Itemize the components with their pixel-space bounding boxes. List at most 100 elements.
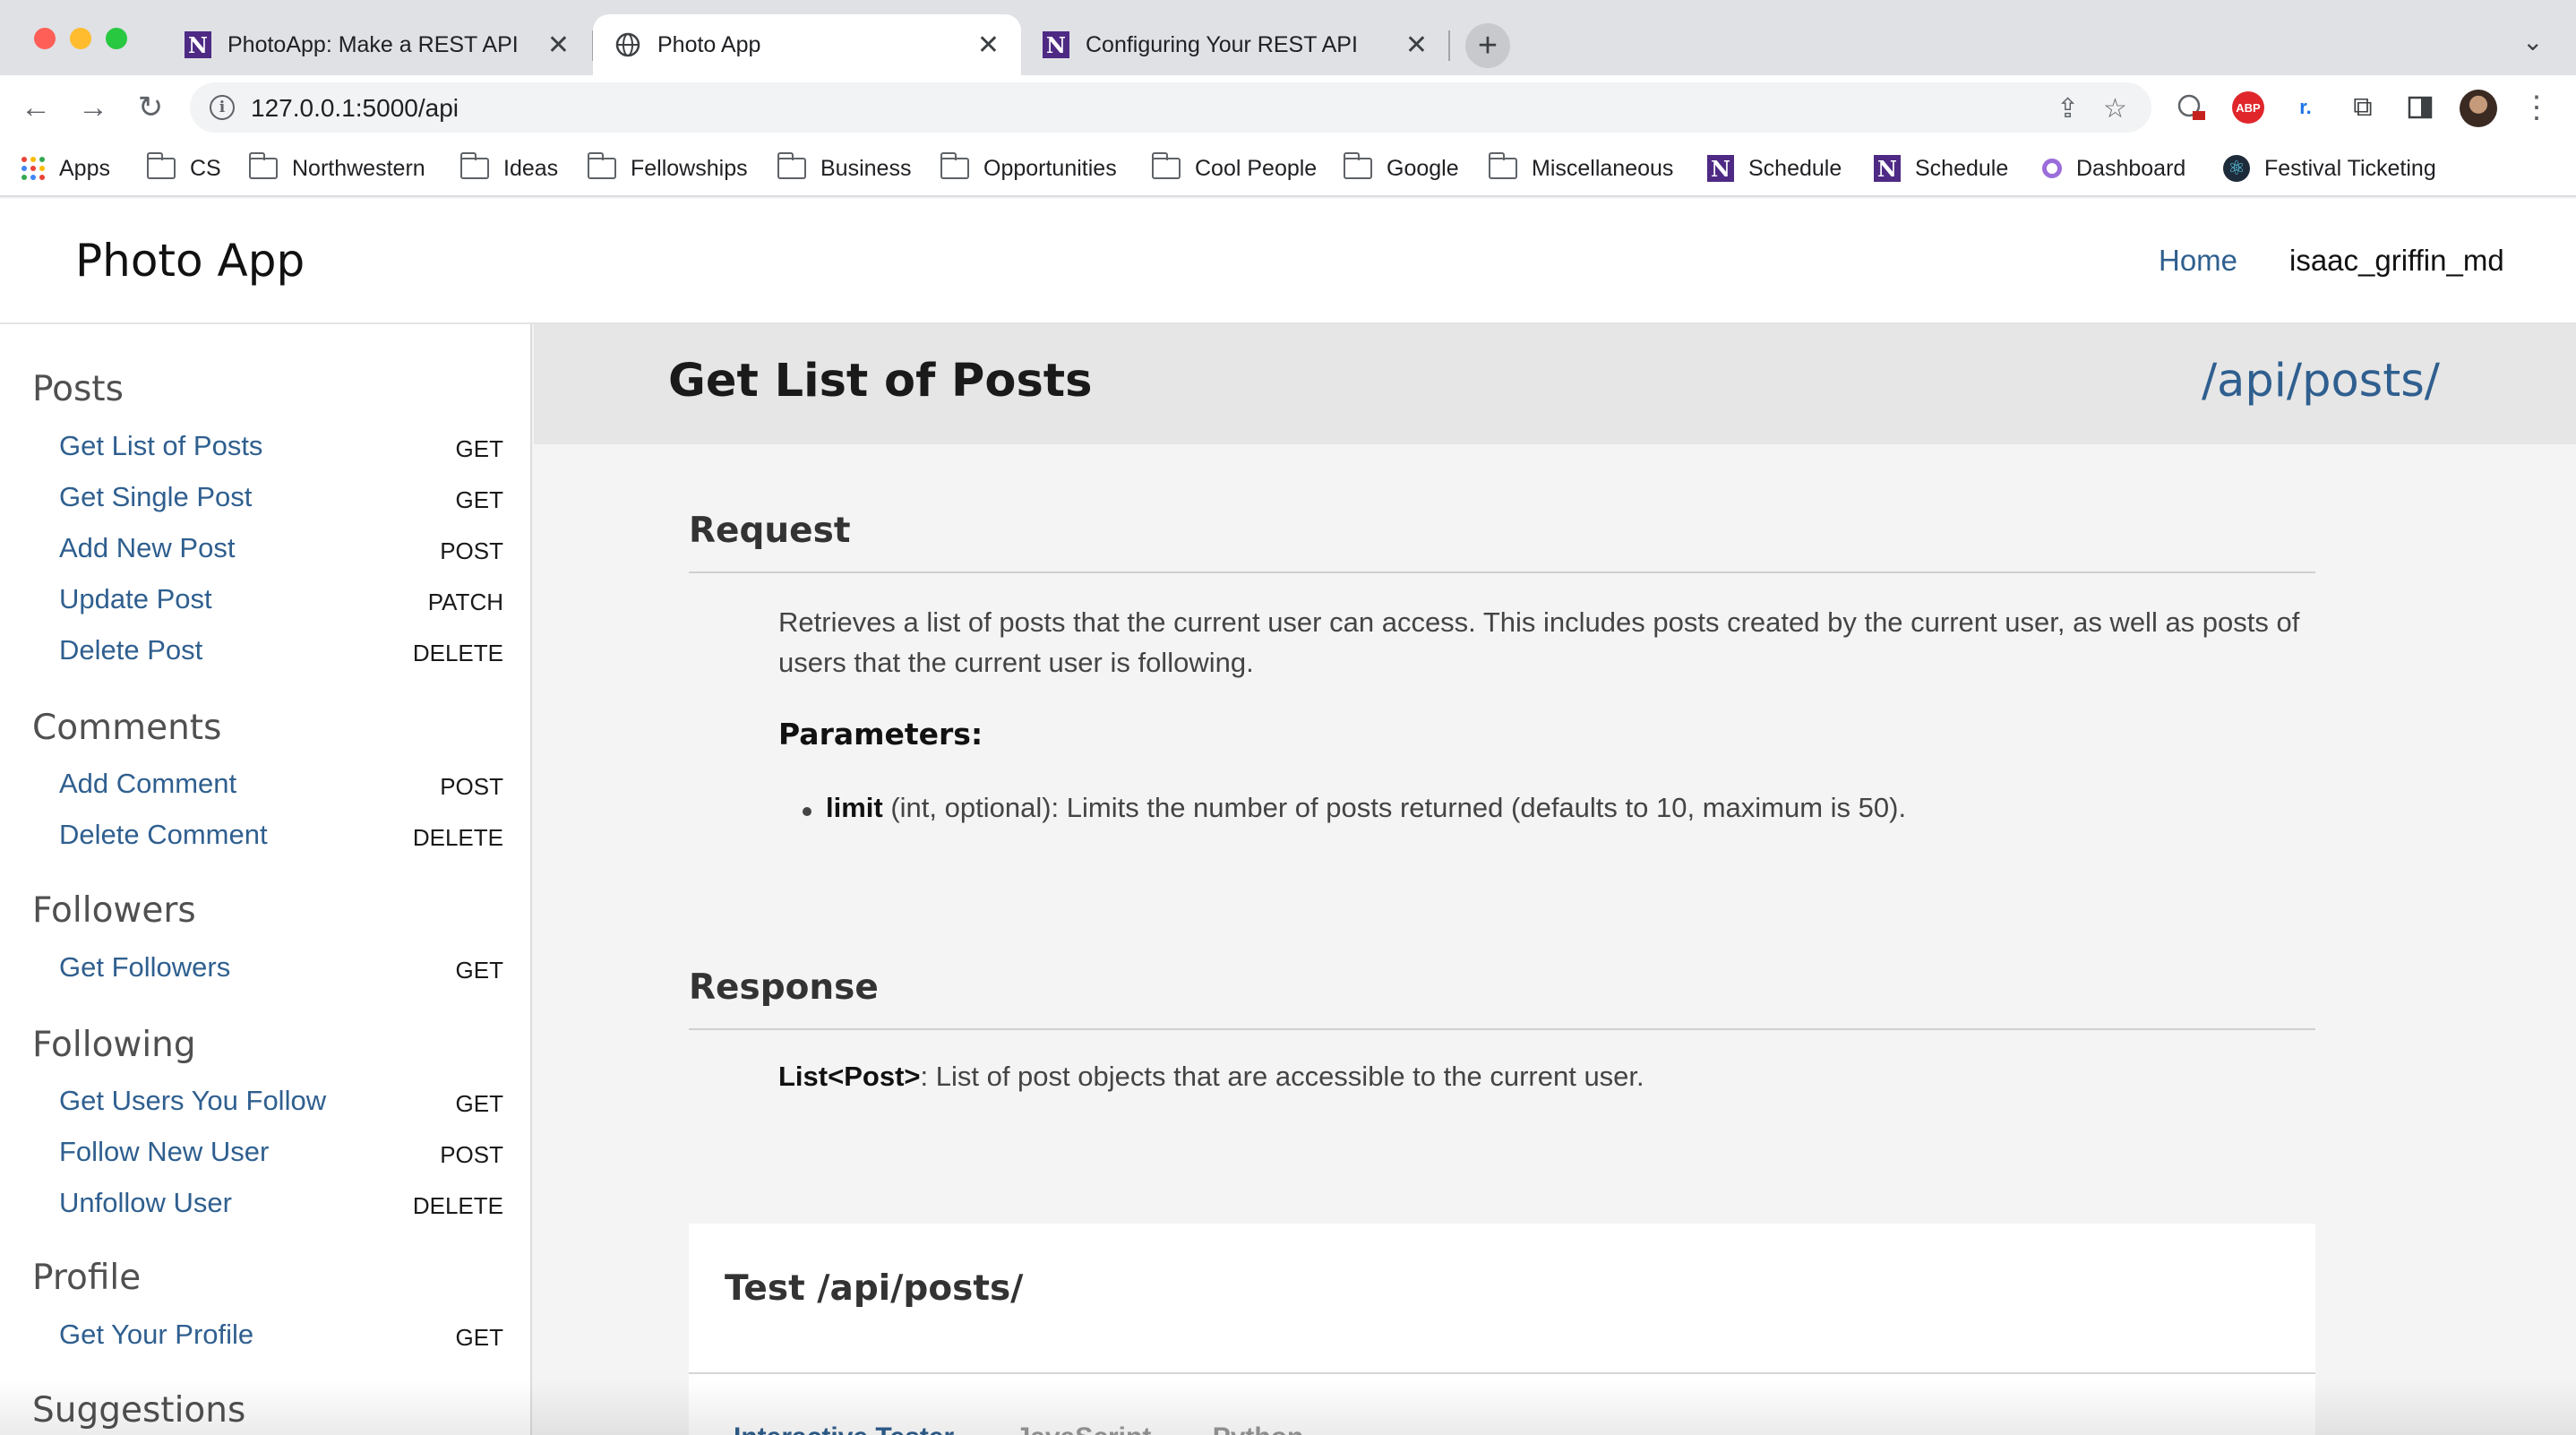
n-logo-icon: N bbox=[185, 31, 211, 58]
sidebar-item-add-comment[interactable]: Add Comment bbox=[59, 768, 236, 800]
response-type: List<Post> bbox=[778, 1061, 921, 1092]
info-icon[interactable]: i bbox=[210, 95, 235, 120]
browser-toolbar: ← → ↻ i 127.0.0.1:5000/api ⇪ ☆ ABP r. ⧉ … bbox=[0, 75, 2576, 140]
tab-separator bbox=[1448, 30, 1450, 61]
bookmark-folder[interactable]: CS bbox=[146, 149, 221, 188]
star-icon[interactable]: ☆ bbox=[2103, 93, 2127, 125]
sidebar-item-get-single-post[interactable]: Get Single Post bbox=[59, 481, 252, 513]
method-badge: PATCH bbox=[427, 589, 503, 615]
sidebar-heading-profile: Profile bbox=[32, 1258, 142, 1298]
window-close-button[interactable] bbox=[34, 28, 56, 49]
sidebar-item-get-your-profile[interactable]: Get Your Profile bbox=[59, 1319, 253, 1351]
bookmark-label: Opportunities bbox=[983, 155, 1117, 181]
tab-interactive-tester[interactable]: Interactive Tester bbox=[734, 1422, 954, 1435]
extension-r-icon[interactable]: r. bbox=[2289, 91, 2322, 124]
sidebar-item-update-post[interactable]: Update Post bbox=[59, 583, 212, 615]
tab-title: Photo App bbox=[657, 31, 761, 57]
method-badge: GET bbox=[455, 486, 503, 513]
response-text: : List of post objects that are accessib… bbox=[920, 1061, 1644, 1092]
close-icon[interactable]: ✕ bbox=[1405, 30, 1428, 61]
sidebar-item-add-new-post[interactable]: Add New Post bbox=[59, 532, 235, 564]
bookmark-festival-ticketing[interactable]: ⚛ Festival Ticketing bbox=[2223, 149, 2436, 188]
sidebar-item-delete-post[interactable]: Delete Post bbox=[59, 634, 202, 666]
browser-tab-active[interactable]: Photo App ✕ bbox=[593, 14, 1021, 75]
param-description: (int, optional): Limits the number of po… bbox=[882, 792, 1907, 823]
bookmark-label: CS bbox=[190, 155, 221, 181]
close-icon[interactable]: ✕ bbox=[547, 30, 570, 61]
globe-icon bbox=[615, 32, 640, 57]
sidebar-item-unfollow-user[interactable]: Unfollow User bbox=[59, 1187, 232, 1219]
tab-title: Configuring Your REST API bbox=[1086, 31, 1358, 57]
app-header: Photo App Home isaac_griffin_md bbox=[0, 199, 2576, 324]
sidebar-item-get-followers[interactable]: Get Followers bbox=[59, 951, 230, 984]
divider bbox=[689, 1028, 2315, 1030]
back-icon[interactable]: ← bbox=[16, 88, 56, 127]
share-icon[interactable]: ⇪ bbox=[2057, 93, 2079, 125]
bookmark-folder[interactable]: Ideas bbox=[459, 149, 558, 188]
url-text[interactable]: 127.0.0.1:5000/api bbox=[251, 94, 459, 123]
new-tab-button[interactable]: + bbox=[1465, 23, 1510, 68]
sidebar-item-get-users-you-follow[interactable]: Get Users You Follow bbox=[59, 1085, 326, 1117]
nav-home-link[interactable]: Home bbox=[2159, 244, 2237, 278]
browser-tab-bar: N PhotoApp: Make a REST API ✕ Photo App … bbox=[0, 0, 2576, 75]
parameters-heading: Parameters: bbox=[778, 717, 983, 752]
test-title: Test /api/posts/ bbox=[725, 1268, 1024, 1309]
bookmark-dashboard[interactable]: Dashboard bbox=[2042, 149, 2185, 188]
close-icon[interactable]: ✕ bbox=[977, 30, 1000, 61]
address-bar[interactable]: i 127.0.0.1:5000/api ⇪ ☆ bbox=[190, 82, 2151, 133]
sidebar-item-follow-new-user[interactable]: Follow New User bbox=[59, 1136, 269, 1168]
endpoint-titlebar: Get List of Posts /api/posts/ bbox=[534, 324, 2576, 444]
react-icon: ⚛ bbox=[2223, 155, 2250, 182]
method-badge: POST bbox=[440, 537, 503, 564]
tab-javascript[interactable]: JavaScript bbox=[1016, 1422, 1152, 1435]
profile-avatar[interactable] bbox=[2460, 90, 2497, 127]
browser-tab[interactable]: N Configuring Your REST API ✕ bbox=[1021, 14, 1449, 75]
puzzle-icon[interactable]: ⧉ bbox=[2347, 91, 2379, 124]
extension-cloud-icon[interactable] bbox=[2175, 91, 2207, 124]
bookmark-folder[interactable]: Business bbox=[777, 149, 911, 188]
tab-python[interactable]: Python bbox=[1213, 1422, 1304, 1435]
n-logo-icon: N bbox=[1043, 31, 1069, 58]
bookmark-folder[interactable]: Google bbox=[1343, 149, 1459, 188]
n-logo-icon: N bbox=[1874, 155, 1901, 182]
bookmark-label: Fellowships bbox=[631, 155, 748, 181]
reload-icon[interactable]: ↻ bbox=[131, 88, 170, 127]
sidebar-heading-comments: Comments bbox=[32, 708, 222, 748]
nav-username[interactable]: isaac_griffin_md bbox=[2289, 244, 2504, 278]
bookmark-folder[interactable]: Northwestern bbox=[248, 149, 425, 188]
bookmark-folder[interactable]: Fellowships bbox=[587, 149, 748, 188]
sidepanel-icon[interactable] bbox=[2404, 91, 2436, 124]
response-description: List<Post>: List of post objects that ar… bbox=[778, 1061, 1644, 1093]
divider bbox=[689, 1372, 2315, 1374]
bullet-point bbox=[803, 807, 811, 816]
response-heading: Response bbox=[689, 967, 879, 1008]
bookmark-schedule[interactable]: N Schedule bbox=[1707, 149, 1842, 188]
sidebar-item-delete-comment[interactable]: Delete Comment bbox=[59, 819, 268, 851]
adblock-icon[interactable]: ABP bbox=[2232, 91, 2264, 124]
request-description: Retrieves a list of posts that the curre… bbox=[778, 606, 2300, 678]
sidebar-heading-following: Following bbox=[32, 1025, 196, 1065]
page-title: Get List of Posts bbox=[668, 355, 1093, 408]
bookmark-folder[interactable]: Miscellaneous bbox=[1488, 149, 1674, 188]
window-minimize-button[interactable] bbox=[70, 28, 91, 49]
bookmark-schedule[interactable]: N Schedule bbox=[1874, 149, 2008, 188]
sidebar-item-get-list-of-posts[interactable]: Get List of Posts bbox=[59, 430, 262, 462]
brand-logo[interactable]: Photo App bbox=[75, 235, 305, 287]
bookmark-folder[interactable]: Cool People bbox=[1151, 149, 1317, 188]
forward-icon[interactable]: → bbox=[73, 88, 113, 127]
bookmark-label: Miscellaneous bbox=[1532, 155, 1674, 181]
chevron-down-icon[interactable]: ⌄ bbox=[2522, 27, 2543, 56]
folder-icon bbox=[248, 152, 278, 179]
method-badge: DELETE bbox=[412, 640, 503, 666]
kebab-menu-icon[interactable]: ⋮ bbox=[2517, 88, 2556, 127]
sidebar-heading-suggestions: Suggestions bbox=[32, 1390, 246, 1431]
bookmark-label: Google bbox=[1387, 155, 1459, 181]
folder-icon bbox=[146, 152, 176, 179]
sidebar-heading-followers: Followers bbox=[32, 890, 196, 931]
folder-icon bbox=[940, 152, 969, 179]
bookmark-folder[interactable]: Opportunities bbox=[940, 149, 1117, 188]
bookmark-apps[interactable]: Apps bbox=[21, 149, 110, 188]
browser-tab[interactable]: N PhotoApp: Make a REST API ✕ bbox=[163, 14, 591, 75]
folder-icon bbox=[1488, 152, 1517, 179]
window-zoom-button[interactable] bbox=[106, 28, 127, 49]
